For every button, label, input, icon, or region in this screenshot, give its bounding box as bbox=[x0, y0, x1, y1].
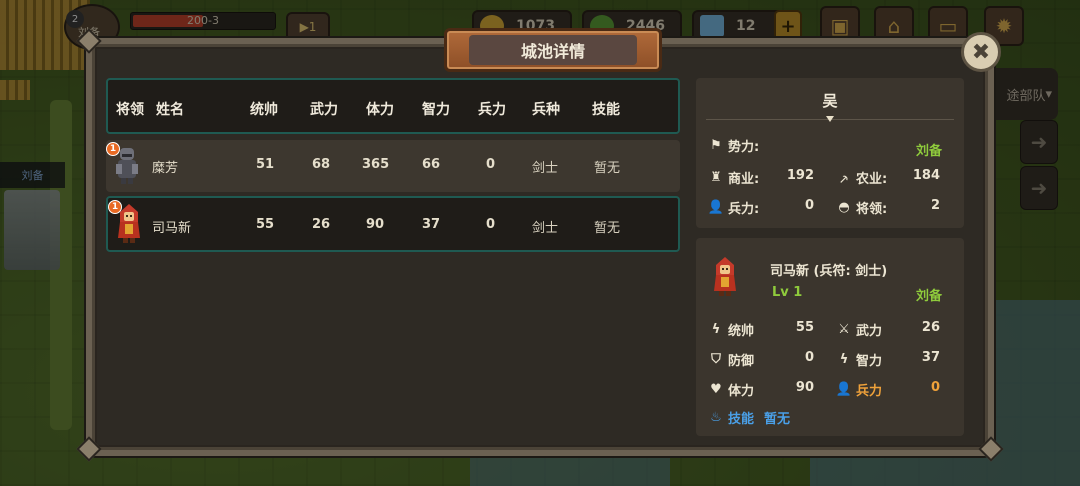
general-table-header: 将领 姓名 统帅 武力 体力 智力 兵力 兵种 技能 bbox=[106, 78, 680, 134]
commerce-row: ♜ 商业: bbox=[708, 168, 759, 187]
stat-intellect: ϟ 智力 bbox=[836, 350, 882, 369]
stat-vitality-value: 90 bbox=[795, 380, 814, 395]
stat-defense-label: 防御 bbox=[728, 354, 755, 369]
stat-vitality: ♥ 体力 bbox=[708, 380, 754, 399]
cell-intellect: 66 bbox=[422, 157, 441, 172]
header-troops: 兵力 bbox=[478, 102, 506, 118]
generals-label: 将领: bbox=[856, 202, 888, 217]
cell-command: 55 bbox=[256, 217, 275, 232]
power-label: 势力: bbox=[728, 140, 760, 155]
cell-vitality: 365 bbox=[362, 157, 390, 172]
general-detail-panel: 司马新 (兵符: 剑士) Lv 1 刘备 ϟ 统帅 55 ⚔ 武力 26 ⛉ 防… bbox=[696, 238, 964, 436]
cell-force: 68 bbox=[312, 157, 331, 172]
skill-label: 技能 bbox=[728, 412, 755, 427]
power-row: ⚑ 势力: bbox=[708, 136, 759, 155]
stat-intellect-label: 智力 bbox=[856, 354, 883, 369]
general-level: Lv 1 bbox=[772, 285, 803, 300]
cell-troops: 0 bbox=[486, 157, 496, 172]
generals-value: 2 bbox=[930, 198, 940, 213]
general-portrait bbox=[714, 257, 736, 296]
troops-label: 兵力: bbox=[728, 202, 760, 217]
cell-unit: 剑士 bbox=[532, 221, 559, 236]
stat-troops: 👤 兵力 bbox=[836, 380, 882, 399]
stat-command: ϟ 统帅 bbox=[708, 320, 754, 339]
dialog-title-plaque: 城池详情 bbox=[444, 28, 662, 72]
generals-row: ◓ 将领: bbox=[836, 198, 887, 217]
lightning-icon: ϟ bbox=[839, 352, 849, 367]
agriculture-value: 184 bbox=[912, 168, 940, 183]
cell-name: 糜芳 bbox=[152, 161, 179, 176]
cell-command: 51 bbox=[256, 157, 275, 172]
cell-troops: 0 bbox=[486, 217, 496, 232]
stat-force: ⚔ 武力 bbox=[836, 320, 882, 339]
stat-troops-value: 0 bbox=[930, 380, 940, 395]
cell-skill: 暂无 bbox=[594, 161, 621, 176]
skill-row: ♨ 技能 暂无 bbox=[708, 408, 790, 427]
lightning-icon: ϟ bbox=[711, 322, 721, 337]
cell-skill: 暂无 bbox=[594, 221, 621, 236]
troops-value: 0 bbox=[804, 198, 814, 213]
agriculture-row: ⸕ 农业: bbox=[836, 168, 888, 188]
header-command: 统帅 bbox=[250, 102, 278, 118]
cell-unit: 剑士 bbox=[532, 161, 559, 176]
cell-force: 26 bbox=[312, 217, 331, 232]
cell-intellect: 37 bbox=[422, 217, 441, 232]
skill-value: 暂无 bbox=[764, 412, 791, 427]
commerce-label: 商业: bbox=[728, 172, 760, 187]
power-value: 刘备 bbox=[915, 144, 942, 159]
troops-row: 👤 兵力: bbox=[708, 198, 759, 217]
stat-defense: ⛉ 防御 bbox=[708, 350, 754, 369]
dialog-title: 城池详情 bbox=[469, 35, 637, 65]
soldier-icon: 👤 bbox=[707, 200, 725, 215]
stat-vitality-label: 体力 bbox=[728, 384, 755, 399]
money-bag-icon: ♜ bbox=[710, 170, 722, 185]
stat-force-label: 武力 bbox=[856, 324, 883, 339]
stat-command-label: 统帅 bbox=[728, 324, 755, 339]
general-lord: 刘备 bbox=[915, 289, 942, 304]
city-info-panel: 吴 ⚑ 势力: 刘备 ♜ 商业: 192 ⸕ 农业: 184 👤 兵力: 0 ◓… bbox=[696, 78, 964, 228]
cell-vitality: 90 bbox=[366, 217, 385, 232]
stat-defense-value: 0 bbox=[804, 350, 814, 365]
cell-name: 司马新 bbox=[152, 221, 192, 236]
table-row-selected[interactable]: 1 司马新 55 26 90 37 0 剑士 暂无 bbox=[106, 196, 680, 252]
flame-icon: ♨ bbox=[710, 410, 722, 425]
header-unit: 兵种 bbox=[532, 102, 560, 118]
table-row[interactable]: 1 糜芳 51 68 365 66 0 剑士 暂无 bbox=[106, 140, 680, 192]
header-name: 姓名 bbox=[156, 102, 184, 118]
general-level-badge: 1 bbox=[108, 200, 122, 214]
stat-force-value: 26 bbox=[921, 320, 940, 335]
header-skill: 技能 bbox=[592, 102, 620, 118]
stat-command-value: 55 bbox=[795, 320, 814, 335]
header-force: 武力 bbox=[310, 102, 338, 118]
header-intellect: 智力 bbox=[422, 102, 450, 118]
commerce-value: 192 bbox=[786, 168, 814, 183]
shield-icon: ⛉ bbox=[711, 352, 721, 367]
header-general: 将领 bbox=[116, 102, 144, 118]
stat-intellect-value: 37 bbox=[921, 350, 940, 365]
stat-troops-label: 兵力 bbox=[856, 384, 883, 399]
general-level-badge: 1 bbox=[106, 142, 120, 156]
general-title: 司马新 (兵符: 剑士) bbox=[770, 264, 888, 279]
flag-icon: ⚑ bbox=[710, 138, 722, 153]
sword-icon: ⚔ bbox=[838, 322, 850, 337]
header-vitality: 体力 bbox=[366, 102, 394, 118]
soldier-icon: 👤 bbox=[835, 382, 853, 397]
helmet-icon: ◓ bbox=[838, 200, 850, 215]
close-button[interactable]: ✖ bbox=[961, 32, 1001, 72]
faction-name: 吴 bbox=[822, 92, 838, 110]
heart-icon: ♥ bbox=[710, 382, 722, 397]
agriculture-label: 农业: bbox=[856, 172, 888, 187]
sickle-icon: ⸕ bbox=[839, 171, 849, 187]
